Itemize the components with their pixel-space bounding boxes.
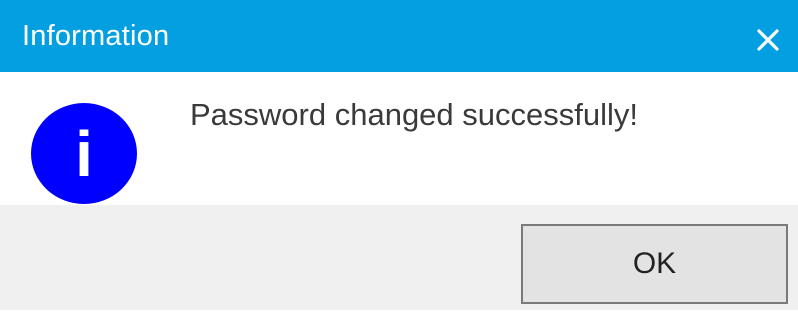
information-dialog: Information i Password changed successfu…	[0, 0, 798, 333]
message-text: Password changed successfully!	[190, 97, 639, 132]
info-icon: i	[30, 102, 138, 205]
bottom-edge	[0, 310, 798, 333]
close-button[interactable]	[748, 20, 788, 60]
info-icon-glyph: i	[75, 118, 93, 190]
close-icon	[757, 29, 779, 51]
title-bar[interactable]: Information	[0, 0, 798, 72]
ok-button[interactable]: OK	[521, 224, 788, 304]
dialog-title: Information	[22, 20, 170, 52]
message-area: i Password changed successfully!	[0, 72, 798, 205]
